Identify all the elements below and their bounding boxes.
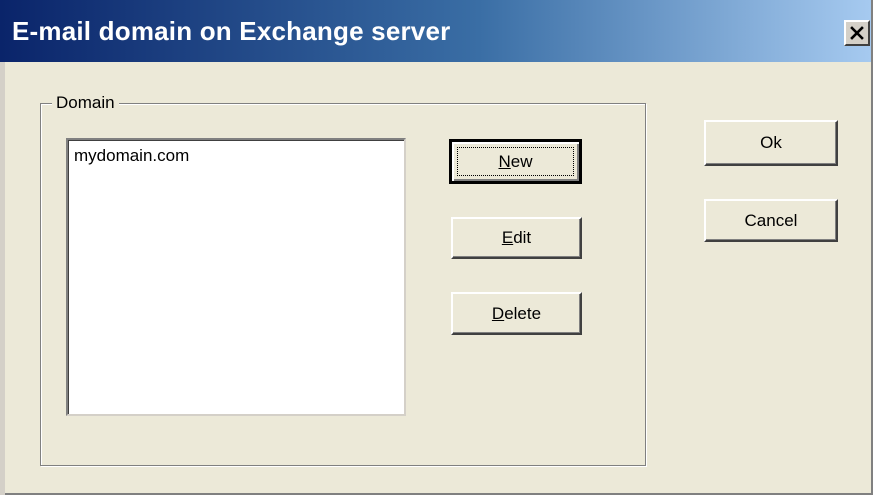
edit-button[interactable]: Edit — [451, 217, 582, 259]
title-bar[interactable]: E-mail domain on Exchange server — [0, 0, 871, 62]
dialog-window: E-mail domain on Exchange server Domain … — [0, 0, 873, 495]
ok-button[interactable]: Ok — [704, 120, 838, 166]
domain-group-label: Domain — [52, 93, 119, 113]
window-title: E-mail domain on Exchange server — [12, 16, 451, 46]
cancel-button-label: Cancel — [744, 210, 798, 230]
new-button[interactable]: New — [449, 139, 582, 184]
close-button[interactable] — [844, 20, 870, 46]
cancel-button[interactable]: Cancel — [704, 199, 838, 242]
domain-listbox[interactable]: mydomain.com — [66, 138, 406, 416]
window-left-edge — [0, 62, 5, 495]
close-icon — [850, 26, 864, 40]
edit-button-label-rest: dit — [513, 228, 532, 247]
delete-button[interactable]: Delete — [451, 292, 582, 335]
ok-button-label: Ok — [760, 133, 782, 152]
delete-button-label-rest: elete — [504, 303, 542, 323]
new-button-label-rest: ew — [510, 151, 533, 171]
edit-button-mnemonic: E — [501, 228, 514, 247]
list-item[interactable]: mydomain.com — [74, 146, 189, 166]
new-button-mnemonic: N — [498, 151, 511, 171]
delete-button-mnemonic: D — [491, 303, 505, 323]
